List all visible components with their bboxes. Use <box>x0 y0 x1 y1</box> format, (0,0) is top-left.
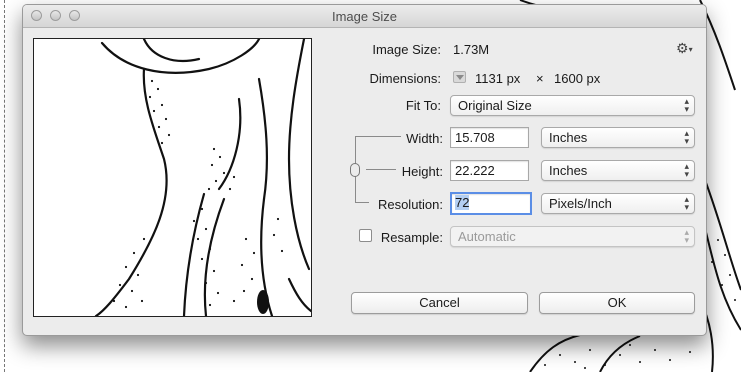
dimensions-width-px: 1131 px <box>475 71 521 86</box>
chain-link-icon[interactable] <box>350 163 360 177</box>
window-title: Image Size <box>331 9 398 24</box>
popup-arrows-icon: ▴ ▾ <box>684 227 689 245</box>
resolution-input[interactable]: 72 <box>450 192 532 215</box>
resolution-value: 72 <box>455 195 470 210</box>
height-unit-value: Inches <box>549 163 588 178</box>
width-unit-select[interactable]: Inches ▴ ▾ <box>541 127 695 148</box>
height-unit-select[interactable]: Inches ▴ ▾ <box>541 160 695 181</box>
resolution-unit-value: Pixels/Inch <box>549 196 612 211</box>
height-input[interactable]: 22.222 <box>450 160 529 181</box>
image-size-dialog: Image Size Image Size: 1.73M ⚙▾ Dimensio… <box>22 4 707 336</box>
height-label: Height: <box>401 164 443 179</box>
resolution-label: Resolution: <box>377 197 443 212</box>
dimensions-label: Dimensions: <box>369 71 441 86</box>
preview-artwork <box>94 39 311 316</box>
disclosure-triangle-icon[interactable] <box>453 71 466 83</box>
image-size-label: Image Size: <box>372 42 441 57</box>
width-unit-value: Inches <box>549 130 588 145</box>
width-label: Width: <box>406 131 443 146</box>
cancel-button[interactable]: Cancel <box>351 292 528 314</box>
popup-arrows-icon: ▴ ▾ <box>684 96 689 114</box>
fit-to-label: Fit To: <box>405 98 441 113</box>
popup-arrows-icon: ▴ ▾ <box>684 194 689 212</box>
preview-dark-spot <box>257 290 269 314</box>
image-preview[interactable] <box>33 38 312 317</box>
fit-to-select[interactable]: Original Size ▴ ▾ <box>450 95 695 116</box>
ok-button[interactable]: OK <box>539 292 695 314</box>
resample-label[interactable]: Resample: <box>363 230 443 245</box>
dimensions-height-px: 1600 px <box>554 71 601 86</box>
gear-icon[interactable]: ⚙▾ <box>676 40 693 57</box>
resolution-unit-select[interactable]: Pixels/Inch ▴ ▾ <box>541 193 695 214</box>
resample-method-value: Automatic <box>458 229 516 244</box>
resample-method-select: Automatic ▴ ▾ <box>450 226 695 247</box>
fit-to-value: Original Size <box>458 98 532 113</box>
width-input[interactable]: 15.708 <box>450 127 529 148</box>
image-size-value: 1.73M <box>453 42 490 57</box>
popup-arrows-icon: ▴ ▾ <box>684 161 689 179</box>
dimensions-times: × <box>536 71 544 86</box>
popup-arrows-icon: ▴ ▾ <box>684 128 689 146</box>
title-bar[interactable]: Image Size <box>23 5 706 28</box>
